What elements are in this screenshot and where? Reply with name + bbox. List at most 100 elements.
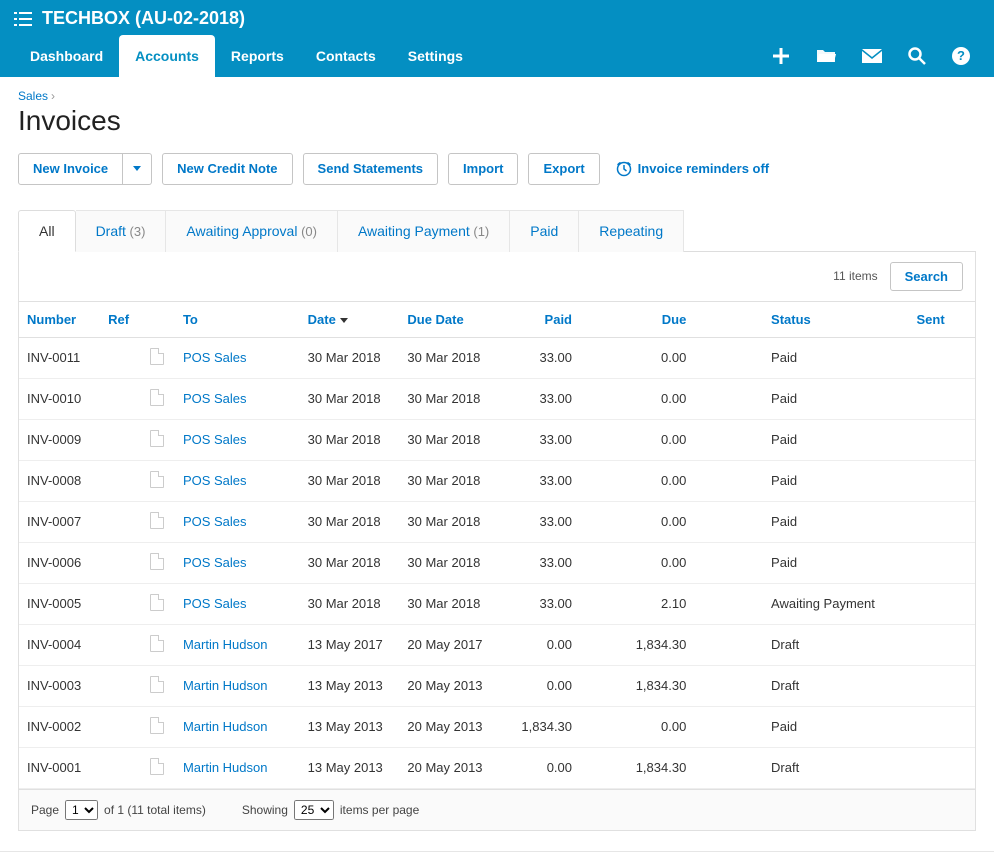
cell-doc[interactable] xyxy=(144,665,177,706)
table-row[interactable]: INV-0011POS Sales30 Mar 201830 Mar 20183… xyxy=(19,337,975,378)
col-header-status[interactable]: Status xyxy=(765,302,910,338)
table-row[interactable]: INV-0002Martin Hudson13 May 201320 May 2… xyxy=(19,706,975,747)
export-button[interactable]: Export xyxy=(528,153,599,185)
pager-page-select[interactable]: 1 xyxy=(65,800,98,820)
cell-to[interactable]: POS Sales xyxy=(177,542,302,583)
new-invoice-button[interactable]: New Invoice xyxy=(18,153,123,185)
cell-to[interactable]: POS Sales xyxy=(177,378,302,419)
cell-number: INV-0011 xyxy=(19,337,102,378)
cell-date: 30 Mar 2018 xyxy=(302,501,402,542)
cell-doc[interactable] xyxy=(144,501,177,542)
cell-to[interactable]: POS Sales xyxy=(177,583,302,624)
nav-tab-accounts[interactable]: Accounts xyxy=(119,35,215,77)
send-statements-button[interactable]: Send Statements xyxy=(303,153,438,185)
cell-status: Draft xyxy=(765,624,910,665)
cell-to[interactable]: POS Sales xyxy=(177,460,302,501)
table-row[interactable]: INV-0007POS Sales30 Mar 201830 Mar 20183… xyxy=(19,501,975,542)
folder-icon[interactable] xyxy=(816,48,836,64)
cell-to[interactable]: POS Sales xyxy=(177,501,302,542)
cell-doc[interactable] xyxy=(144,460,177,501)
plus-icon[interactable] xyxy=(772,47,790,65)
breadcrumb-sep: › xyxy=(51,89,55,103)
new-credit-note-button[interactable]: New Credit Note xyxy=(162,153,292,185)
filter-tab-awaiting-payment[interactable]: Awaiting Payment (1) xyxy=(338,210,510,252)
cell-to[interactable]: Martin Hudson xyxy=(177,624,302,665)
cell-to[interactable]: POS Sales xyxy=(177,419,302,460)
help-icon[interactable]: ? xyxy=(952,47,970,65)
table-row[interactable]: INV-0008POS Sales30 Mar 201830 Mar 20183… xyxy=(19,460,975,501)
table-row[interactable]: INV-0003Martin Hudson13 May 201320 May 2… xyxy=(19,665,975,706)
col-header-date[interactable]: Date xyxy=(302,302,402,338)
cell-status: Paid xyxy=(765,706,910,747)
cell-doc[interactable] xyxy=(144,542,177,583)
filter-tab-repeating[interactable]: Repeating xyxy=(579,210,684,252)
table-row[interactable]: INV-0009POS Sales30 Mar 201830 Mar 20183… xyxy=(19,419,975,460)
col-header-ref[interactable]: Ref xyxy=(102,302,144,338)
cell-doc[interactable] xyxy=(144,747,177,788)
table-row[interactable]: INV-0006POS Sales30 Mar 201830 Mar 20183… xyxy=(19,542,975,583)
cell-doc[interactable] xyxy=(144,624,177,665)
cell-date: 30 Mar 2018 xyxy=(302,583,402,624)
cell-number: INV-0008 xyxy=(19,460,102,501)
cell-date: 30 Mar 2018 xyxy=(302,378,402,419)
cell-end xyxy=(958,542,975,583)
table-row[interactable]: INV-0001Martin Hudson13 May 201320 May 2… xyxy=(19,747,975,788)
cell-to[interactable]: Martin Hudson xyxy=(177,665,302,706)
filter-tab-draft[interactable]: Draft (3) xyxy=(76,210,167,252)
search-icon[interactable] xyxy=(908,47,926,65)
cell-due: 1,834.30 xyxy=(578,624,692,665)
cell-doc[interactable] xyxy=(144,378,177,419)
col-header-due-date[interactable]: Due Date xyxy=(401,302,501,338)
search-button[interactable]: Search xyxy=(890,262,963,291)
cell-ref xyxy=(102,624,144,665)
org-name[interactable]: TECHBOX (AU-02-2018) xyxy=(42,8,245,29)
cell-to[interactable]: POS Sales xyxy=(177,337,302,378)
document-icon xyxy=(150,717,164,734)
item-count: 11 items xyxy=(833,269,877,283)
pager-page-label: Page xyxy=(31,803,59,817)
col-header-due[interactable]: Due xyxy=(578,302,692,338)
col-header-doc[interactable] xyxy=(144,302,177,338)
filter-tab-all[interactable]: All xyxy=(18,210,76,252)
invoice-reminders-link[interactable]: Invoice reminders off xyxy=(616,161,769,177)
cell-doc[interactable] xyxy=(144,419,177,460)
nav-tab-contacts[interactable]: Contacts xyxy=(300,35,392,77)
pager-size-select[interactable]: 25 xyxy=(294,800,334,820)
breadcrumb: Sales› xyxy=(18,89,976,103)
cell-to[interactable]: Martin Hudson xyxy=(177,747,302,788)
filter-tab-awaiting-approval[interactable]: Awaiting Approval (0) xyxy=(166,210,338,252)
cell-doc[interactable] xyxy=(144,583,177,624)
menu-icon[interactable] xyxy=(14,11,32,27)
cell-number: INV-0004 xyxy=(19,624,102,665)
col-header-to[interactable]: To xyxy=(177,302,302,338)
mail-icon[interactable] xyxy=(862,49,882,63)
new-invoice-dropdown[interactable] xyxy=(123,153,152,185)
cell-end xyxy=(958,337,975,378)
import-button[interactable]: Import xyxy=(448,153,518,185)
nav-tab-reports[interactable]: Reports xyxy=(215,35,300,77)
col-header-number[interactable]: Number xyxy=(19,302,102,338)
cell-doc[interactable] xyxy=(144,706,177,747)
cell-doc[interactable] xyxy=(144,337,177,378)
cell-paid: 33.00 xyxy=(501,419,578,460)
cell-status: Paid xyxy=(765,542,910,583)
nav-tab-dashboard[interactable]: Dashboard xyxy=(14,35,119,77)
cell-status: Paid xyxy=(765,378,910,419)
cell-due: 0.00 xyxy=(578,460,692,501)
col-header-sent[interactable]: Sent xyxy=(911,302,959,338)
cell-spacer xyxy=(692,378,765,419)
cell-date: 13 May 2013 xyxy=(302,706,402,747)
cell-ref xyxy=(102,665,144,706)
table-row[interactable]: INV-0004Martin Hudson13 May 201720 May 2… xyxy=(19,624,975,665)
nav-tab-settings[interactable]: Settings xyxy=(392,35,479,77)
filter-tab-paid[interactable]: Paid xyxy=(510,210,579,252)
cell-date: 13 May 2013 xyxy=(302,747,402,788)
table-row[interactable]: INV-0010POS Sales30 Mar 201830 Mar 20183… xyxy=(19,378,975,419)
col-header-paid[interactable]: Paid xyxy=(501,302,578,338)
cell-to[interactable]: Martin Hudson xyxy=(177,706,302,747)
cell-paid: 33.00 xyxy=(501,583,578,624)
cell-paid: 0.00 xyxy=(501,747,578,788)
table-row[interactable]: INV-0005POS Sales30 Mar 201830 Mar 20183… xyxy=(19,583,975,624)
page-title: Invoices xyxy=(18,105,976,137)
breadcrumb-parent[interactable]: Sales xyxy=(18,89,48,103)
